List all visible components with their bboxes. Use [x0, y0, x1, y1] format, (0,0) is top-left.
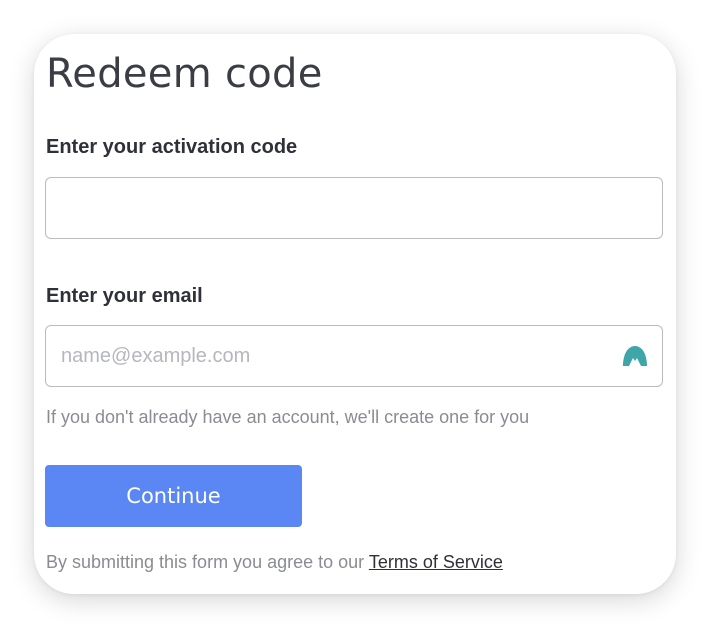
terms-notice: By submitting this form you agree to our… [46, 550, 503, 574]
terms-prefix-text: By submitting this form you agree to our [46, 552, 369, 572]
redeem-code-card: Redeem code Enter your activation code E… [34, 34, 676, 594]
activation-code-input[interactable] [46, 178, 621, 238]
terms-of-service-link[interactable]: Terms of Service [369, 552, 503, 572]
account-hint-text: If you don't already have an account, we… [46, 407, 530, 427]
email-input[interactable] [46, 326, 621, 386]
page-title: Redeem code [46, 51, 323, 97]
activation-code-field[interactable] [45, 177, 663, 239]
continue-button[interactable]: Continue [45, 465, 302, 527]
email-label: Enter your email [46, 285, 203, 307]
autofill-icon[interactable] [622, 344, 648, 368]
email-field[interactable] [45, 325, 663, 387]
activation-code-label: Enter your activation code [46, 136, 298, 158]
